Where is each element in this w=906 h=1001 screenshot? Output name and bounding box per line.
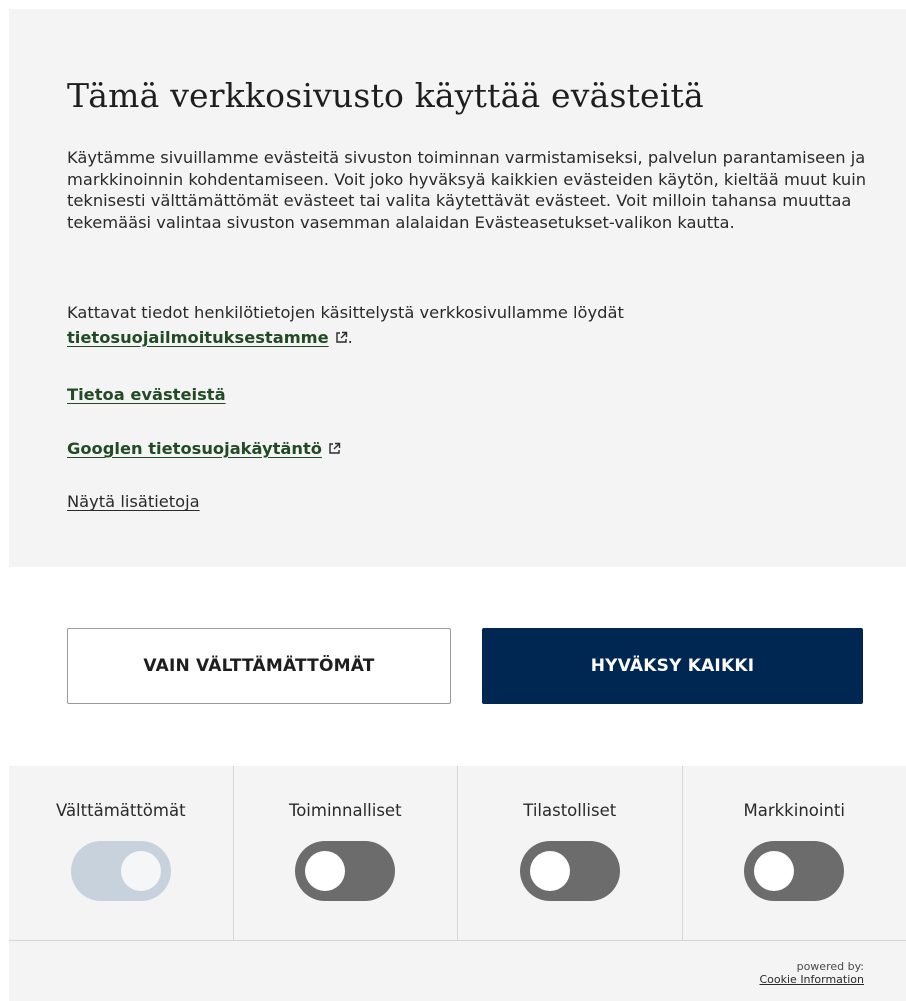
google-policy-line: Googlen tietosuojakäytäntö: [67, 437, 341, 462]
statistics-toggle[interactable]: [519, 841, 620, 901]
cookie-info-panel: Tämä verkkosivusto käyttää evästeitä Käy…: [9, 9, 906, 567]
powered-by-text: powered by:: [796, 960, 864, 973]
cookie-description: Käytämme sivuillamme evästeitä sivuston …: [67, 148, 867, 232]
external-link-icon: [335, 326, 348, 351]
category-label: Tilastolliset: [523, 801, 617, 820]
dialog-footer: powered by: Cookie Information: [9, 941, 906, 1001]
toggle-knob: [529, 851, 570, 891]
powered-by: powered by: Cookie Information: [759, 960, 864, 986]
category-functional: Toiminnalliset: [234, 766, 458, 940]
category-marketing: Markkinointi: [683, 766, 906, 940]
privacy-notice-link[interactable]: tietosuojailmoituksestamme: [67, 328, 329, 347]
more-details-line: Näytä lisätietoja: [67, 490, 200, 514]
toggle-knob: [120, 851, 161, 891]
about-cookies-link[interactable]: Tietoa evästeistä: [67, 385, 226, 404]
privacy-policy-text: Kattavat tiedot henkilötietojen käsittel…: [67, 303, 624, 322]
necessary-toggle: [70, 841, 171, 901]
category-label: Markkinointi: [743, 801, 845, 820]
show-more-details-link[interactable]: Näytä lisätietoja: [67, 492, 200, 511]
cookie-consent-dialog: Tämä verkkosivusto käyttää evästeitä Käy…: [0, 0, 906, 1001]
marketing-toggle[interactable]: [744, 841, 845, 901]
cookie-category-toggles: Välttämättömät Toiminnalliset Tilastolli…: [9, 766, 906, 941]
privacy-policy-suffix: .: [347, 328, 353, 347]
dialog-title: Tämä verkkosivusto käyttää evästeitä: [67, 76, 704, 115]
category-label: Toiminnalliset: [288, 801, 402, 820]
category-necessary: Välttämättömät: [9, 766, 234, 940]
category-statistics: Tilastolliset: [458, 766, 683, 940]
functional-toggle[interactable]: [295, 841, 396, 901]
google-privacy-policy-link[interactable]: Googlen tietosuojakäytäntö: [67, 439, 322, 458]
only-necessary-button[interactable]: VAIN VÄLTTÄMÄTTÖMÄT: [67, 628, 451, 704]
external-link-icon: [328, 438, 341, 462]
cookie-information-link[interactable]: Cookie Information: [759, 973, 864, 986]
cookies-info-line: Tietoa evästeistä: [67, 383, 226, 407]
category-label: Välttämättömät: [55, 801, 186, 820]
privacy-policy-paragraph: Kattavat tiedot henkilötietojen käsittel…: [67, 300, 877, 351]
toggle-knob: [754, 851, 795, 891]
toggle-knob: [305, 851, 346, 891]
accept-all-button[interactable]: HYVÄKSY KAIKKI: [482, 628, 863, 704]
